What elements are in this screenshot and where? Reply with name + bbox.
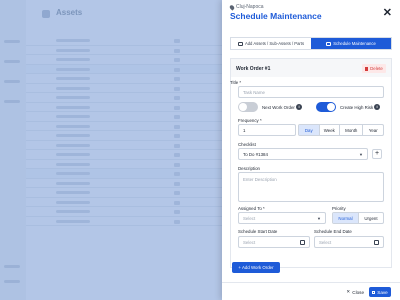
frequency-month-option[interactable]: Month <box>339 125 362 135</box>
frequency-input[interactable]: 1 <box>238 124 296 136</box>
close-icon[interactable]: ✕ <box>383 8 392 19</box>
work-order-header: Work Order #1 Delete <box>231 59 391 77</box>
frequency-label: Frequency * <box>238 118 262 123</box>
title-label: Title * <box>230 80 242 85</box>
tab-schedule-maintenance[interactable]: Schedule Maintenance <box>311 38 391 49</box>
start-date-placeholder: Select <box>243 239 256 245</box>
delete-button[interactable]: Delete <box>362 64 386 73</box>
calendar-icon <box>300 240 305 245</box>
start-date-label: Schedule Start Date <box>238 229 278 234</box>
frequency-unit-selector: Day Week Month Year <box>298 124 384 136</box>
priority-label: Priority <box>332 206 346 211</box>
checklist-select[interactable]: To Do #1384 ▼ <box>238 148 368 160</box>
tab-add-assets[interactable]: Add Assets / Sub-Assets / Parts <box>231 38 311 49</box>
footer-close-label: Close <box>352 289 364 295</box>
description-label: Description <box>238 166 260 171</box>
assigned-to-label: Assigned To * <box>238 206 265 211</box>
chevron-down-icon: ▼ <box>359 152 363 157</box>
drawer-footer: ✕ Close Save <box>222 282 400 300</box>
save-icon <box>372 290 376 294</box>
info-icon[interactable]: i <box>296 104 302 110</box>
drawer-title: Schedule Maintenance <box>230 11 322 21</box>
start-date-input[interactable]: Select <box>238 236 310 248</box>
title-input[interactable]: Task Name <box>238 86 384 98</box>
location-label: Cluj-Napoca <box>228 3 264 11</box>
calendar-icon <box>326 41 332 46</box>
end-date-label: Schedule End Date <box>314 229 352 234</box>
frequency-week-option[interactable]: Week <box>318 125 340 135</box>
footer-close-button[interactable]: ✕ Close <box>346 289 364 295</box>
save-button[interactable]: Save <box>369 287 391 297</box>
frequency-day-option[interactable]: Day <box>299 125 319 135</box>
description-textarea[interactable]: Enter Description <box>238 172 384 202</box>
chevron-down-icon: ▼ <box>317 216 321 221</box>
checklist-label: Checklist <box>238 142 256 147</box>
schedule-maintenance-drawer: Cluj-Napoca Schedule Maintenance ✕ Add A… <box>222 0 400 300</box>
save-label: Save <box>377 289 388 295</box>
work-order-heading: Work Order #1 <box>236 66 271 72</box>
calendar-icon <box>374 240 379 245</box>
box-icon <box>237 41 243 46</box>
next-work-order-label: Next Work Order <box>262 105 295 110</box>
end-date-placeholder: Select <box>319 239 332 245</box>
close-icon: ✕ <box>346 289 351 294</box>
location-text: Cluj-Napoca <box>236 4 264 10</box>
add-checklist-button[interactable]: + <box>372 149 382 159</box>
end-date-input[interactable]: Select <box>314 236 384 248</box>
checklist-value: To Do #1384 <box>243 151 268 157</box>
info-icon[interactable]: i <box>374 104 380 110</box>
add-work-order-button[interactable]: + Add Work Order <box>232 262 280 273</box>
assigned-to-select[interactable]: Select ▼ <box>238 212 326 224</box>
trash-icon <box>365 66 369 71</box>
frequency-year-option[interactable]: Year <box>362 125 383 135</box>
create-high-risk-toggle[interactable] <box>316 102 336 112</box>
priority-urgent-option[interactable]: Urgent <box>357 213 383 223</box>
assigned-to-placeholder: Select <box>243 215 256 221</box>
create-high-risk-label: Create High Risk <box>340 105 374 110</box>
drawer-tabs: Add Assets / Sub-Assets / Parts Schedule… <box>230 37 392 50</box>
priority-normal-option[interactable]: Normal <box>333 213 358 223</box>
tab-label: Schedule Maintenance <box>333 41 376 46</box>
location-pin-icon <box>228 3 236 11</box>
delete-label: Delete <box>370 66 383 71</box>
priority-selector: Normal Urgent <box>332 212 384 224</box>
tab-label: Add Assets / Sub-Assets / Parts <box>244 41 305 46</box>
next-work-order-toggle[interactable] <box>238 102 258 112</box>
